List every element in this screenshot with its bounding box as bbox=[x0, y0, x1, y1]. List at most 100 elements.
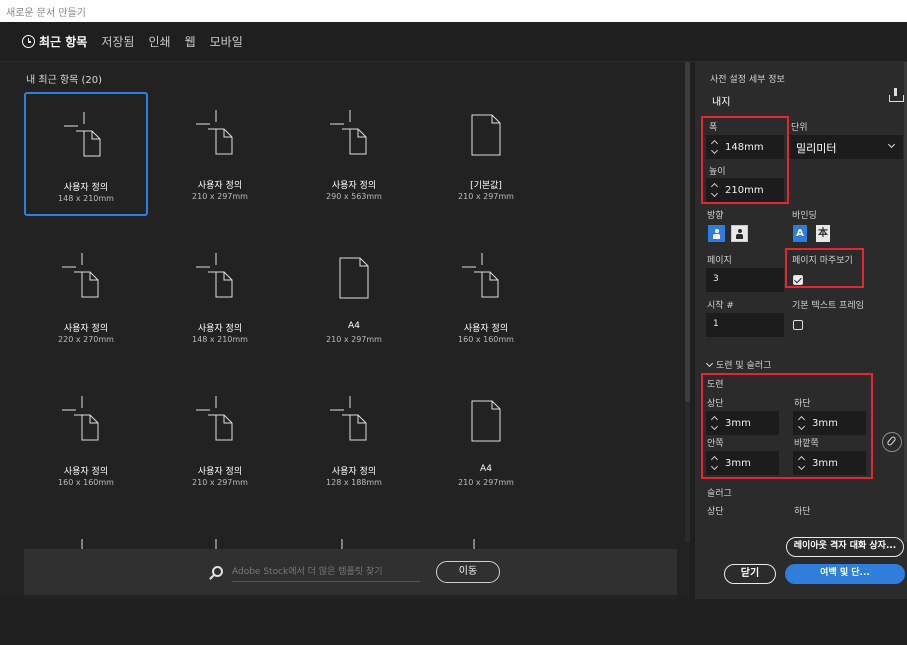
preset-size: 160 x 160mm bbox=[458, 335, 514, 344]
width-label: 폭 bbox=[709, 123, 718, 133]
primary-text-frame-checkbox[interactable] bbox=[793, 320, 803, 330]
preset-card[interactable]: 사용자 정의 148 x 210mm bbox=[158, 235, 282, 359]
slug-label: 슬러그 bbox=[707, 489, 732, 499]
facing-pages-label: 페이지 마주보기 bbox=[792, 256, 853, 266]
portrait-button[interactable] bbox=[708, 225, 725, 242]
scrollbar-thumb[interactable] bbox=[685, 62, 690, 402]
bleed-slug-toggle[interactable]: 도련 및 슬러그 bbox=[705, 358, 772, 371]
preset-name: A4 bbox=[348, 321, 360, 331]
window-title: 새로운 문서 만들기 bbox=[0, 0, 907, 22]
preset-card[interactable]: 사용자 정의 220 x 270mm bbox=[24, 235, 148, 359]
bleed-outside-field[interactable]: 3mm bbox=[793, 451, 866, 475]
bleed-label: 도련 bbox=[707, 380, 724, 390]
facing-pages-checkbox[interactable] bbox=[793, 275, 803, 285]
preset-card[interactable]: 사용자 정의 160 x 160mm bbox=[24, 378, 148, 502]
primary-text-frame-label: 기본 텍스트 프레임 bbox=[792, 301, 864, 311]
tab-web[interactable]: 웹 bbox=[185, 33, 196, 50]
preset-size: 210 x 297mm bbox=[192, 192, 248, 201]
landscape-icon bbox=[736, 229, 743, 239]
stepper-icon[interactable] bbox=[712, 140, 719, 155]
preset-size: 148 x 210mm bbox=[192, 335, 248, 344]
layout-grid-button[interactable]: 레이아웃 격자 대화 상자... bbox=[786, 537, 904, 557]
bleed-top-field[interactable]: 3mm bbox=[706, 411, 779, 435]
save-preset-icon[interactable] bbox=[889, 88, 904, 102]
bleed-top-value: 3mm bbox=[725, 418, 751, 429]
preset-name: [기본값] bbox=[470, 181, 502, 191]
stock-search-input[interactable] bbox=[232, 562, 420, 582]
preset-name[interactable]: 내지 bbox=[712, 93, 730, 108]
preset-card[interactable]: 사용자 정의 210 x 297mm bbox=[158, 378, 282, 502]
tab-bar: 최근 항목 저장됨 인쇄 웹 모바일 bbox=[0, 22, 907, 62]
binding-right-button[interactable]: 本 bbox=[816, 225, 830, 242]
preset-size: 210 x 297mm bbox=[192, 478, 248, 487]
tab-mobile[interactable]: 모바일 bbox=[210, 33, 243, 50]
preset-size: 210 x 297mm bbox=[458, 478, 514, 487]
tab-saved[interactable]: 저장됨 bbox=[101, 33, 134, 50]
go-button[interactable]: 이동 bbox=[436, 561, 500, 583]
portrait-icon bbox=[713, 229, 720, 239]
custom-document-icon bbox=[158, 235, 282, 315]
recent-scrollbar[interactable] bbox=[685, 62, 690, 542]
preset-details-panel: 사전 설정 세부 정보 내지 폭 148mm 단위 밀리미터 높이 210mm … bbox=[695, 62, 907, 599]
stepper-icon[interactable] bbox=[799, 416, 806, 431]
stepper-icon[interactable] bbox=[799, 456, 806, 471]
custom-document-icon bbox=[158, 378, 282, 458]
custom-document-icon bbox=[292, 92, 416, 172]
preset-size: 290 x 563mm bbox=[326, 192, 382, 201]
link-icon[interactable] bbox=[882, 432, 902, 452]
custom-document-icon bbox=[424, 235, 548, 315]
preset-card[interactable]: [기본값] 210 x 297mm bbox=[424, 92, 548, 216]
bleed-top-label: 상단 bbox=[707, 399, 724, 409]
chevron-down-icon bbox=[705, 359, 714, 368]
bleed-outside-label: 바깥쪽 bbox=[794, 439, 819, 449]
bleed-inside-field[interactable]: 3mm bbox=[706, 451, 779, 475]
preset-size: 220 x 270mm bbox=[58, 335, 114, 344]
tab-recent[interactable]: 최근 항목 bbox=[22, 33, 87, 50]
search-icon bbox=[212, 566, 223, 577]
stepper-icon[interactable] bbox=[712, 183, 719, 198]
preset-card[interactable]: 사용자 정의 290 x 563mm bbox=[292, 92, 416, 216]
preset-size: 210 x 297mm bbox=[458, 192, 514, 201]
preset-name: 사용자 정의 bbox=[63, 467, 109, 477]
preset-name: 사용자 정의 bbox=[197, 467, 243, 477]
preset-name: 사용자 정의 bbox=[197, 181, 243, 191]
width-field[interactable]: 148mm bbox=[706, 135, 784, 159]
stepper-icon[interactable] bbox=[712, 456, 719, 471]
slug-top-label: 상단 bbox=[707, 507, 724, 517]
bleed-inside-label: 안쪽 bbox=[707, 439, 724, 449]
chevron-down-icon bbox=[887, 140, 896, 149]
binding-left-button[interactable]: A bbox=[793, 225, 807, 242]
close-button[interactable]: 닫기 bbox=[724, 564, 776, 584]
landscape-button[interactable] bbox=[731, 225, 748, 242]
preset-card[interactable]: 사용자 정의 148 x 210mm bbox=[24, 92, 148, 216]
bleed-outside-value: 3mm bbox=[812, 458, 838, 469]
bleed-bottom-field[interactable]: 3mm bbox=[793, 411, 866, 435]
preset-size: 210 x 297mm bbox=[326, 335, 382, 344]
document-icon bbox=[292, 235, 416, 315]
stepper-icon[interactable] bbox=[712, 416, 719, 431]
units-select[interactable]: 밀리미터 bbox=[787, 135, 903, 159]
bleed-inside-value: 3mm bbox=[725, 458, 751, 469]
custom-document-icon bbox=[24, 235, 148, 315]
preset-name: 사용자 정의 bbox=[331, 467, 377, 477]
preset-card[interactable]: A4 210 x 297mm bbox=[292, 235, 416, 359]
preset-card[interactable]: 사용자 정의 160 x 160mm bbox=[424, 235, 548, 359]
pages-field[interactable]: 3 bbox=[706, 268, 784, 292]
preset-card[interactable]: A4 210 x 297mm bbox=[424, 378, 548, 502]
tab-print[interactable]: 인쇄 bbox=[148, 33, 170, 50]
preset-card[interactable]: 사용자 정의 210 x 297mm bbox=[158, 92, 282, 216]
custom-document-icon bbox=[24, 378, 148, 458]
height-field[interactable]: 210mm bbox=[706, 178, 784, 202]
preset-name: 사용자 정의 bbox=[197, 324, 243, 334]
margins-columns-button[interactable]: 여백 및 단... bbox=[785, 564, 905, 584]
preset-heading: 사전 설정 세부 정보 bbox=[710, 75, 785, 85]
start-page-field[interactable]: 1 bbox=[706, 313, 784, 337]
preset-name: 사용자 정의 bbox=[63, 183, 109, 193]
height-label: 높이 bbox=[709, 167, 726, 177]
bleed-bottom-label: 하단 bbox=[794, 399, 811, 409]
bleed-slug-section-label: 도련 및 슬러그 bbox=[716, 361, 772, 371]
custom-document-icon bbox=[292, 378, 416, 458]
preset-card[interactable]: 사용자 정의 128 x 188mm bbox=[292, 378, 416, 502]
slug-bottom-label: 하단 bbox=[794, 507, 811, 517]
preset-name: A4 bbox=[480, 464, 492, 474]
